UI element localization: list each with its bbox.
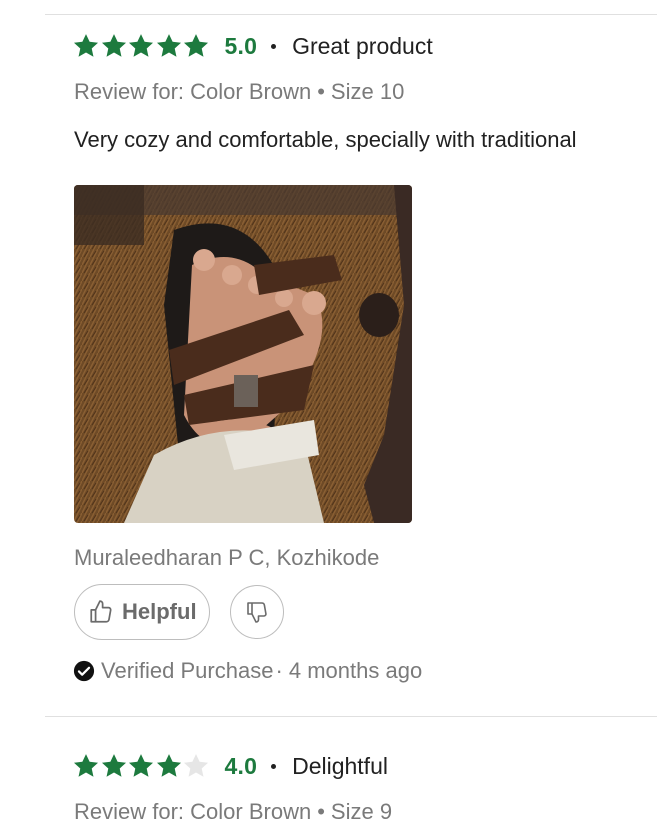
verified-label: Verified Purchase <box>101 658 274 683</box>
review-card: 4.0 Delightful Review for: Color Brown • S… <box>72 750 657 825</box>
variant-size: Size 10 <box>330 79 405 104</box>
review-author: Muraleedharan P C, Kozhikode <box>74 545 380 570</box>
star-filled-icon <box>73 34 99 57</box>
star-rating <box>72 752 210 780</box>
variant-color: Color Brown <box>190 79 312 104</box>
variant-bullet: • <box>317 799 325 824</box>
star-filled-icon <box>101 754 126 777</box>
review-for: Review for: Color Brown • Size 10 <box>74 79 657 105</box>
rating-row: 4.0 Delightful <box>72 750 657 782</box>
star-filled-icon <box>183 34 209 57</box>
review-headline: Great product <box>292 32 433 59</box>
star-filled-icon <box>128 754 154 777</box>
review-for-prefix: Review for: <box>74 799 185 824</box>
star-filled-icon <box>101 34 126 57</box>
helpful-button[interactable]: Helpful <box>74 584 210 640</box>
star-empty-icon <box>183 754 209 777</box>
variant-color: Color Brown <box>190 799 312 824</box>
star-rating <box>72 32 210 60</box>
not-helpful-button[interactable] <box>229 585 284 639</box>
review-for: Review for: Color Brown • Size 9 <box>74 799 657 825</box>
star-filled-icon <box>73 754 99 777</box>
helpful-label: Helpful <box>122 599 197 624</box>
reviews-panel: 5.0 Great product Review for: Color Brow… <box>0 0 657 838</box>
review-body: Very cozy and comfortable, specially wit… <box>74 127 577 152</box>
divider <box>45 14 657 15</box>
star-filled-icon <box>156 754 181 777</box>
review-card: 5.0 Great product Review for: Color Brow… <box>72 30 657 684</box>
variant-size: Size 9 <box>330 799 393 824</box>
separator-dot <box>271 43 277 49</box>
review-actions: Helpful <box>74 584 657 640</box>
divider <box>45 716 657 717</box>
star-filled-icon <box>156 34 181 57</box>
review-headline: Delightful <box>292 752 388 779</box>
separator-dot <box>271 763 277 769</box>
rating-score: 5.0 <box>224 32 258 59</box>
review-photo[interactable] <box>74 185 412 523</box>
thumbs-down-icon <box>246 602 267 623</box>
rating-score: 4.0 <box>224 752 258 779</box>
verified-purchase: Verified Purchase · 4 months ago <box>73 658 657 684</box>
check-circle-icon <box>73 660 95 682</box>
review-time: · 4 months ago <box>275 658 423 683</box>
variant-bullet: • <box>317 79 325 104</box>
thumbs-up-icon <box>90 600 112 623</box>
review-for-prefix: Review for: <box>74 79 185 104</box>
rating-row: 5.0 Great product <box>72 30 657 62</box>
star-filled-icon <box>128 34 154 57</box>
